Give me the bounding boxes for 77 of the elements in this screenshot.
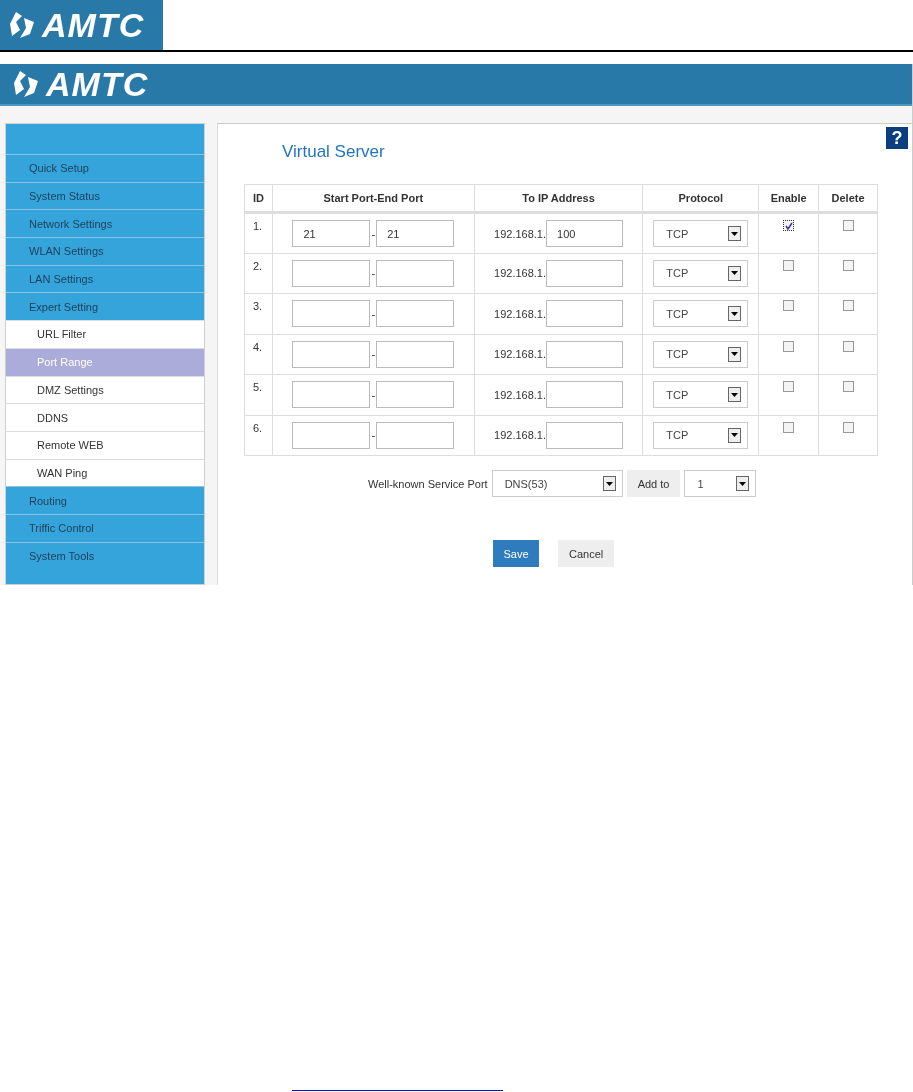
protocol-select[interactable]: TCP: [653, 340, 749, 368]
start-port-field[interactable]: [292, 300, 371, 327]
port-separator: -: [371, 348, 376, 360]
enable-checkbox[interactable]: [783, 220, 795, 231]
row-id: 3.: [253, 300, 263, 312]
page-title: Virtual Server: [281, 142, 386, 163]
save-button[interactable]: Save: [493, 540, 539, 567]
sidebar-subitem[interactable]: DDNS: [6, 403, 204, 431]
protocol-select[interactable]: TCP: [653, 220, 749, 247]
start-port-field[interactable]: [292, 421, 371, 449]
port-separator: -: [371, 307, 376, 320]
end-port-field[interactable]: 21: [376, 220, 455, 247]
ip-prefix: 192.168.1.: [494, 307, 547, 320]
help-button[interactable]: ?: [886, 127, 908, 149]
ip-field[interactable]: [546, 340, 624, 368]
delete-checkbox[interactable]: [842, 421, 854, 433]
column-header: Delete: [818, 184, 878, 213]
ip-field[interactable]: 100: [546, 220, 624, 247]
ip-prefix: 192.168.1.: [494, 267, 547, 279]
ip-field[interactable]: [546, 259, 624, 287]
sidebar-subitem[interactable]: URL Filter: [6, 320, 204, 348]
start-port-field[interactable]: [292, 340, 371, 368]
start-port-field[interactable]: 21: [292, 220, 371, 247]
delete-checkbox[interactable]: [842, 300, 854, 311]
row-id: 5.: [253, 381, 263, 393]
row-id: 1.: [253, 220, 263, 232]
enable-checkbox[interactable]: [783, 340, 795, 352]
row-id: 6.: [253, 421, 263, 434]
end-port-field[interactable]: [376, 259, 455, 287]
logo-text: AMTC: [46, 64, 149, 104]
service-select[interactable]: DNS(53): [491, 470, 623, 497]
ip-prefix: 192.168.1.: [494, 348, 547, 360]
logo-text: AMTC: [42, 5, 145, 45]
start-port-field[interactable]: [292, 259, 371, 287]
ip-field[interactable]: [546, 421, 624, 449]
sidebar-subitem[interactable]: Remote WEB: [6, 430, 204, 459]
protocol-select[interactable]: TCP: [653, 259, 749, 287]
column-header: ID: [244, 184, 273, 213]
row-id: 2.: [253, 259, 263, 272]
delete-checkbox[interactable]: [842, 381, 854, 392]
logo-icon: [12, 69, 40, 99]
end-port-field[interactable]: [376, 340, 455, 368]
sidebar-subitem[interactable]: DMZ Settings: [6, 375, 204, 404]
row-id: 4.: [253, 340, 263, 353]
protocol-select[interactable]: TCP: [653, 421, 749, 449]
enable-checkbox[interactable]: [783, 421, 795, 433]
column-header: Enable: [758, 184, 819, 213]
add-to-button[interactable]: Add to: [626, 470, 681, 497]
logo-icon: [8, 10, 36, 40]
enable-checkbox[interactable]: [783, 300, 795, 311]
protocol-select[interactable]: TCP: [653, 381, 749, 408]
sidebar-subitem[interactable]: WAN Ping: [6, 458, 204, 487]
port-separator: -: [371, 227, 376, 240]
protocol-select[interactable]: TCP: [653, 300, 749, 327]
ip-field[interactable]: [546, 381, 624, 408]
ip-prefix: 192.168.1.: [494, 388, 547, 401]
column-header: Start Port-End Port: [272, 184, 475, 213]
end-port-field[interactable]: [376, 421, 455, 449]
column-header: Protocol: [642, 184, 759, 213]
delete-checkbox[interactable]: [842, 259, 854, 271]
ip-field[interactable]: [546, 300, 624, 327]
port-separator: -: [371, 429, 376, 441]
enable-checkbox[interactable]: [783, 259, 795, 271]
port-separator: -: [371, 267, 376, 279]
ip-prefix: 192.168.1.: [494, 429, 547, 441]
delete-checkbox[interactable]: [842, 340, 854, 352]
cancel-button[interactable]: Cancel: [558, 540, 615, 567]
well-known-label: Well-known Service Port: [368, 477, 488, 490]
port-separator: -: [371, 388, 376, 401]
enable-checkbox[interactable]: [783, 381, 795, 392]
start-port-field[interactable]: [292, 381, 371, 408]
delete-checkbox[interactable]: [842, 220, 854, 231]
end-port-field[interactable]: [376, 381, 455, 408]
target-select[interactable]: 1: [684, 470, 757, 497]
column-header: To IP Address: [474, 184, 643, 213]
ip-prefix: 192.168.1.: [494, 227, 547, 240]
end-port-field[interactable]: [376, 300, 455, 327]
